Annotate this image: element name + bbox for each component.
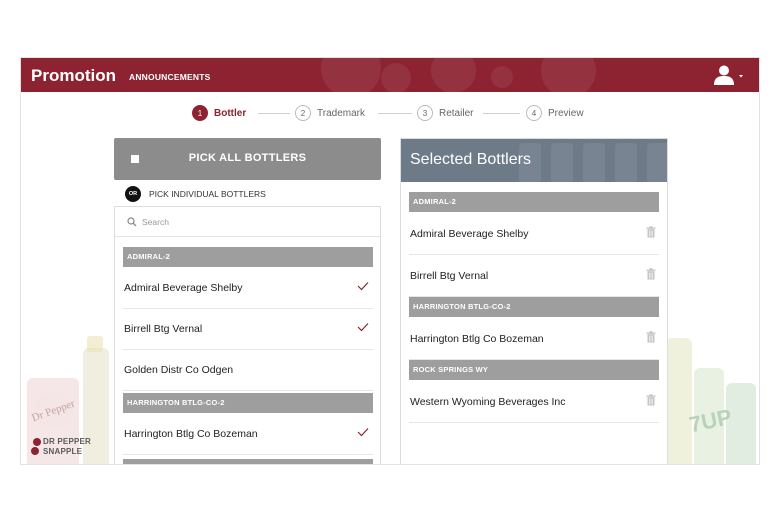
header-decoration	[615, 143, 637, 182]
bottler-row-birrell-btg-vernal[interactable]: Birrell Btg Vernal	[123, 309, 373, 350]
pick-all-label: PICK ALL BOTTLERS	[188, 152, 307, 164]
selected-bottler-name: Harrington Btlg Co Bozeman	[410, 332, 544, 345]
selected-bottler-name: Western Wyoming Beverages Inc	[410, 395, 566, 408]
pick-all-bottlers-button[interactable]: PICK ALL BOTTLERS	[114, 138, 381, 180]
trash-icon[interactable]	[646, 268, 656, 280]
trash-icon[interactable]	[646, 394, 656, 406]
bottler-name: Birrell Btg Vernal	[124, 323, 203, 335]
search-bar	[115, 207, 380, 237]
check-icon	[357, 428, 369, 437]
header-decoration	[321, 58, 381, 92]
logo-mark-icon	[31, 438, 41, 455]
app-title: Promotion	[31, 66, 116, 85]
app-header: Promotion ANNOUNCEMENTS	[21, 58, 759, 92]
group-header-admiral-2: ADMIRAL-2	[123, 247, 373, 267]
selected-bottlers-panel: Selected Bottlers ADMIRAL-2 Admiral Beve…	[400, 138, 668, 464]
selected-bottler-name: Birrell Btg Vernal	[410, 269, 489, 282]
logo-line-2: SNAPPLE	[43, 447, 83, 456]
step-preview[interactable]: 4 Preview	[526, 103, 584, 123]
step-label: Preview	[548, 107, 584, 119]
step-number: 4	[526, 105, 542, 121]
header-decoration	[431, 58, 476, 92]
header-decoration	[491, 66, 513, 88]
bottler-row-admiral-beverage-shelby[interactable]: Admiral Beverage Shelby	[123, 268, 373, 309]
selected-bottlers-header: Selected Bottlers	[401, 139, 667, 182]
step-number: 1	[192, 105, 208, 121]
progress-stepper: 1 Bottler 2 Trademark 3 Retailer 4 Previ…	[21, 103, 759, 125]
caret-down-icon	[739, 75, 743, 78]
step-bottler[interactable]: 1 Bottler	[192, 103, 246, 123]
header-decoration	[647, 143, 667, 182]
selected-bottlers-title: Selected Bottlers	[410, 151, 531, 168]
selected-group-rock-springs-wy: ROCK SPRINGS WY	[409, 360, 659, 380]
user-icon	[714, 65, 743, 85]
header-decoration	[541, 58, 596, 92]
check-icon	[357, 323, 369, 332]
step-connector	[378, 113, 412, 114]
bottler-picker-list: ADMIRAL-2 Admiral Beverage Shelby Birrel…	[114, 206, 381, 464]
group-header-partial	[123, 459, 373, 464]
app-subtitle[interactable]: ANNOUNCEMENTS	[129, 72, 210, 82]
selected-row-harrington-btlg-co-bozeman: Harrington Btlg Co Bozeman	[409, 318, 659, 360]
selected-group-admiral-2: ADMIRAL-2	[409, 192, 659, 212]
step-number: 2	[295, 105, 311, 121]
bottler-name: Harrington Btlg Co Bozeman	[124, 428, 258, 440]
trash-icon[interactable]	[646, 331, 656, 343]
selected-row-admiral-beverage-shelby: Admiral Beverage Shelby	[409, 213, 659, 255]
pick-individual-bottlers-link[interactable]: PICK INDIVIDUAL BOTTLERS	[149, 189, 266, 199]
check-icon	[357, 282, 369, 291]
bottler-name: Admiral Beverage Shelby	[124, 282, 243, 294]
selected-row-birrell-btg-vernal: Birrell Btg Vernal	[409, 255, 659, 297]
trash-icon[interactable]	[646, 226, 656, 238]
step-trademark[interactable]: 2 Trademark	[295, 103, 365, 123]
background-bottles-right: 7UP	[666, 338, 756, 464]
bottler-row-harrington-btlg-co-bozeman[interactable]: Harrington Btlg Co Bozeman	[123, 414, 373, 455]
logo-line-1: DR PEPPER	[43, 437, 92, 446]
step-label: Trademark	[317, 107, 365, 119]
user-menu[interactable]	[713, 63, 747, 87]
selected-row-western-wyoming-beverages-inc: Western Wyoming Beverages Inc	[409, 381, 659, 423]
or-badge: OR	[125, 186, 141, 202]
step-label: Bottler	[214, 107, 247, 119]
selected-bottler-name: Admiral Beverage Shelby	[410, 227, 529, 240]
header-decoration	[381, 63, 411, 92]
step-number: 3	[417, 105, 433, 121]
header-decoration	[583, 143, 605, 182]
step-connector	[483, 113, 520, 114]
bottler-name: Golden Distr Co Odgen	[124, 364, 234, 376]
selected-group-harrington-btlg-co-2: HARRINGTON BTLG-CO-2	[409, 297, 659, 317]
bottler-row-golden-distr-co-odgen[interactable]: Golden Distr Co Odgen	[123, 350, 373, 391]
search-input[interactable]	[142, 216, 342, 227]
group-header-harrington-btlg-co-2: HARRINGTON BTLG-CO-2	[123, 393, 373, 413]
step-label: Retailer	[439, 107, 474, 119]
search-icon	[127, 216, 137, 226]
step-retailer[interactable]: 3 Retailer	[417, 103, 473, 123]
app-frame: Promotion ANNOUNCEMENTS Dr Pepper DR PEP…	[20, 57, 760, 465]
step-connector	[258, 113, 290, 114]
dr-pepper-snapple-logo: DR PEPPER SNAPPLE	[31, 435, 111, 461]
header-decoration	[551, 143, 573, 182]
